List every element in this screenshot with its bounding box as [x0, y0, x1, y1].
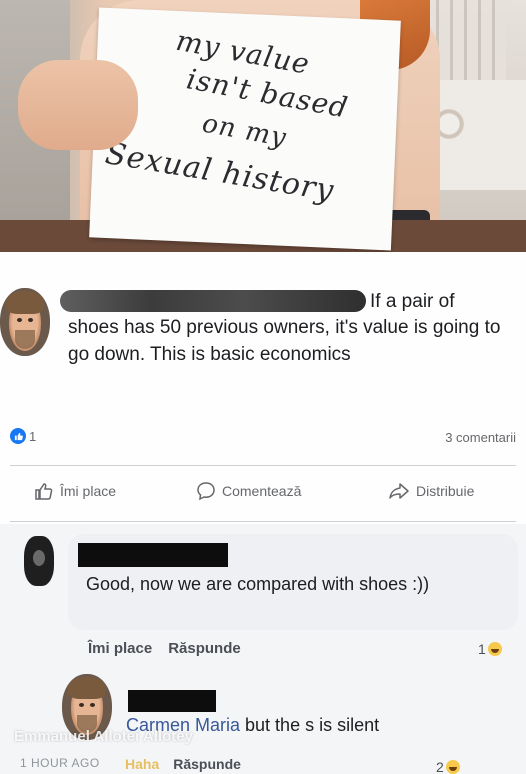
haha-reaction-link[interactable]: Haha — [125, 756, 159, 772]
redacted-commenter-name — [78, 543, 228, 567]
comment-label: Comentează — [222, 483, 302, 499]
comment-reaction-value: 1 — [478, 641, 486, 657]
reply-reaction-value: 2 — [436, 759, 444, 774]
laughing-emoji-icon — [487, 642, 502, 656]
post-text: shoes has 50 previous owners, it's value… — [68, 317, 501, 365]
watermark-text: Emmanuel Allotei Allotey — [14, 728, 193, 745]
share-button[interactable]: Distribuie — [388, 481, 474, 501]
comment-button[interactable]: Comentează — [196, 481, 301, 501]
reply-actions: Haha Răspunde — [125, 756, 241, 772]
post-reaction-count[interactable]: 1 — [10, 428, 36, 444]
sign-line: on my — [199, 108, 289, 154]
photo-hand — [18, 60, 138, 150]
like-button[interactable]: Îmi place — [34, 481, 116, 501]
reply-body: but the s is silent — [240, 715, 380, 735]
handwritten-sign: my value isn't based on my Sexual histor… — [89, 7, 401, 251]
comment-actions: Îmi place Răspunde — [88, 640, 241, 657]
reply-reply-link[interactable]: Răspunde — [173, 756, 241, 772]
post-text-first-line: If a pair of — [370, 291, 455, 312]
comment-count[interactable]: 3 comentarii — [445, 430, 516, 445]
thumbs-up-icon — [35, 483, 53, 500]
timestamp: 1 HOUR AGO — [20, 756, 100, 770]
share-label: Distribuie — [416, 483, 475, 499]
post-photo[interactable]: my value isn't based on my Sexual histor… — [0, 0, 526, 252]
redacted-author-name — [60, 290, 366, 312]
reply-reaction-count[interactable]: 2 — [436, 759, 460, 774]
comment-like-link[interactable]: Îmi place — [88, 640, 152, 657]
like-label: Îmi place — [60, 483, 117, 499]
comment-reply-link[interactable]: Răspunde — [168, 640, 241, 657]
post-actions: Îmi place Comentează Distribuie — [0, 481, 526, 507]
sign-line: Sexual history — [102, 136, 337, 209]
comment-bubble-icon — [197, 482, 215, 501]
like-reaction-icon — [10, 428, 26, 444]
redacted-reply-author — [128, 690, 216, 712]
post-author-avatar[interactable] — [0, 288, 50, 356]
share-arrow-icon — [389, 483, 409, 499]
commenter-avatar[interactable] — [24, 536, 54, 586]
comment-reaction-count[interactable]: 1 — [478, 641, 502, 657]
laughing-emoji-icon — [445, 760, 460, 774]
divider — [10, 465, 516, 466]
comment-text: Good, now we are compared with shoes :)) — [86, 574, 430, 594]
reaction-count-value: 1 — [29, 428, 37, 444]
divider — [10, 521, 516, 522]
